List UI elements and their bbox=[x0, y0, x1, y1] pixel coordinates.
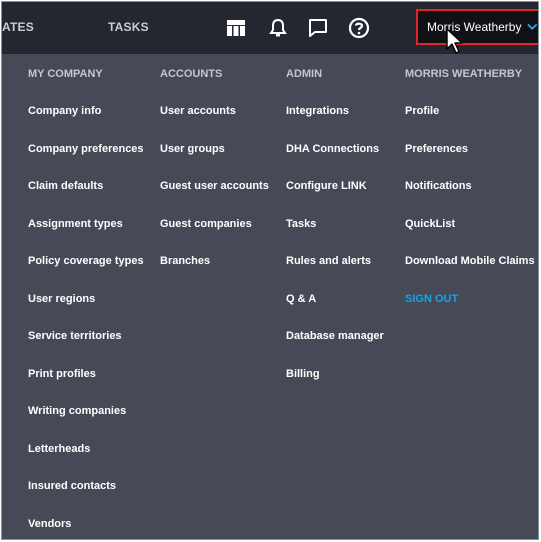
menu-item-letterheads[interactable]: Letterheads bbox=[28, 443, 90, 455]
user-name: Morris Weatherby bbox=[427, 20, 522, 34]
menu-item-claim-defaults[interactable]: Claim defaults bbox=[28, 180, 103, 192]
menu-item-notifications[interactable]: Notifications bbox=[405, 180, 472, 192]
menu-item-guest-user-accounts[interactable]: Guest user accounts bbox=[160, 180, 269, 192]
bell-icon[interactable] bbox=[266, 16, 290, 40]
menu-item-database-manager[interactable]: Database manager bbox=[286, 330, 384, 342]
user-menu-button[interactable]: Morris Weatherby bbox=[416, 9, 538, 45]
menu-item-download-mobile-claims[interactable]: Download Mobile Claims bbox=[405, 255, 535, 267]
menu-item-configure-link[interactable]: Configure LINK bbox=[286, 180, 367, 192]
nav-item-tasks[interactable]: TASKS bbox=[108, 20, 149, 34]
nav-item-updates[interactable]: ATES bbox=[2, 20, 34, 34]
column-header: MORRIS WEATHERBY bbox=[405, 68, 523, 80]
menu-item-dha-connections[interactable]: DHA Connections bbox=[286, 143, 379, 155]
menu-item-tasks[interactable]: Tasks bbox=[286, 218, 316, 230]
menu-item-quicklist[interactable]: QuickList bbox=[405, 218, 455, 230]
column-header: MY COMPANY bbox=[28, 68, 103, 80]
menu-item-branches[interactable]: Branches bbox=[160, 255, 210, 267]
menu-item-print-profiles[interactable]: Print profiles bbox=[28, 368, 96, 380]
menu-item-company-preferences[interactable]: Company preferences bbox=[28, 143, 144, 155]
column-header: ACCOUNTS bbox=[160, 68, 223, 80]
chevron-down-icon bbox=[527, 23, 538, 30]
help-icon[interactable] bbox=[347, 16, 371, 40]
menu-item-vendors[interactable]: Vendors bbox=[28, 518, 71, 530]
menu-item-guest-companies[interactable]: Guest companies bbox=[160, 218, 252, 230]
menu-item-user-groups[interactable]: User groups bbox=[160, 143, 225, 155]
chat-icon[interactable] bbox=[306, 16, 330, 40]
menu-item-company-info[interactable]: Company info bbox=[28, 105, 101, 117]
menu-item-policy-coverage-types[interactable]: Policy coverage types bbox=[28, 255, 144, 267]
menu-item-profile[interactable]: Profile bbox=[405, 105, 439, 117]
mouse-cursor-icon bbox=[446, 28, 463, 54]
menu-item-user-accounts[interactable]: User accounts bbox=[160, 105, 236, 117]
menu-item-assignment-types[interactable]: Assignment types bbox=[28, 218, 123, 230]
menu-item-rules-and-alerts[interactable]: Rules and alerts bbox=[286, 255, 371, 267]
top-navigation-bar: ATES TASKS Morris Weatherby bbox=[2, 2, 538, 54]
column-header: ADMIN bbox=[286, 68, 323, 80]
app-frame: ATES TASKS Morris Weatherby MY COMPANY C… bbox=[1, 1, 539, 540]
menu-item-user-regions[interactable]: User regions bbox=[28, 293, 95, 305]
menu-item-preferences[interactable]: Preferences bbox=[405, 143, 468, 155]
menu-item-insured-contacts[interactable]: Insured contacts bbox=[28, 480, 116, 492]
settings-dropdown-menu: MY COMPANY Company info Company preferen… bbox=[2, 54, 538, 539]
table-icon[interactable] bbox=[224, 16, 248, 40]
menu-item-integrations[interactable]: Integrations bbox=[286, 105, 349, 117]
menu-item-q-and-a[interactable]: Q & A bbox=[286, 293, 316, 305]
menu-item-writing-companies[interactable]: Writing companies bbox=[28, 405, 126, 417]
menu-item-billing[interactable]: Billing bbox=[286, 368, 320, 380]
menu-item-service-territories[interactable]: Service territories bbox=[28, 330, 122, 342]
sign-out-link[interactable]: SIGN OUT bbox=[405, 293, 458, 305]
